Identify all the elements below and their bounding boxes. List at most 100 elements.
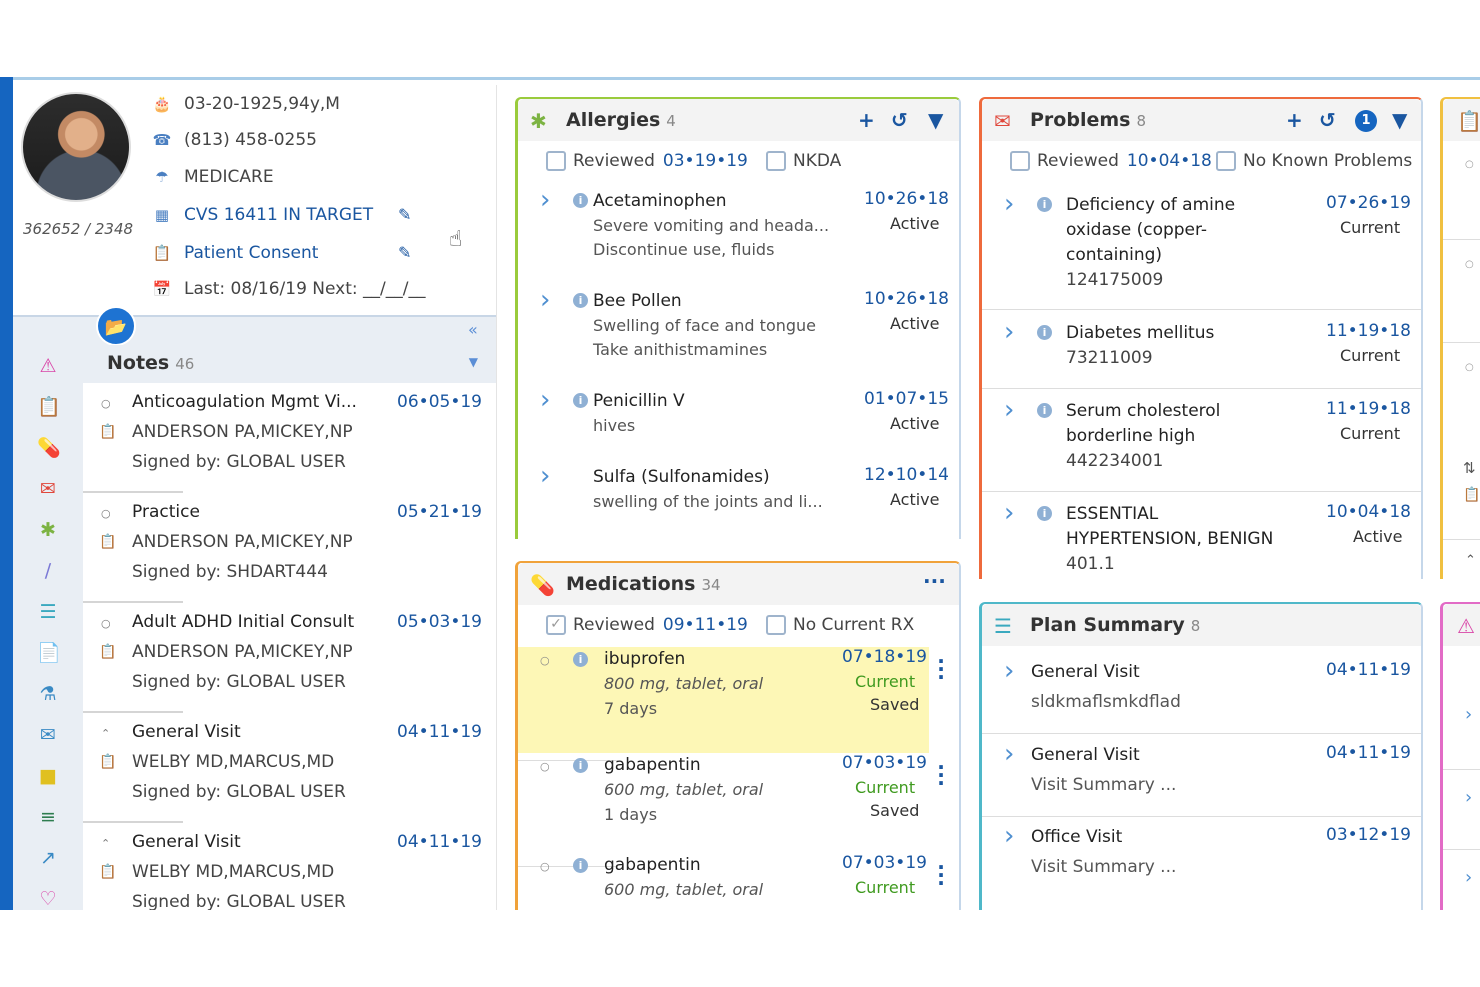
problem-item[interactable]: › i Deficiency of amine oxidase (copper-con… xyxy=(982,189,1421,318)
problem-item[interactable]: › i Diabetes mellitus 73211009 11•19•18 Curre… xyxy=(982,317,1421,397)
plan-item[interactable]: › General Visit Visit Summary ... 04•11•19 xyxy=(982,739,1421,825)
info-icon[interactable]: i xyxy=(1037,197,1052,212)
info-icon[interactable]: i xyxy=(573,858,588,873)
add-icon[interactable]: + xyxy=(858,108,875,132)
list-icon[interactable]: ☰ xyxy=(37,601,59,623)
pharmacy-row[interactable]: ▦ CVS 16411 IN TARGET xyxy=(152,205,373,225)
edit-pharmacy-pencil-icon[interactable]: ✎ xyxy=(398,205,411,224)
edit-consent-pencil-icon[interactable]: ✎ xyxy=(398,243,411,262)
info-icon[interactable]: i xyxy=(573,193,588,208)
chevron-right-icon[interactable]: › xyxy=(1004,821,1014,851)
no-rx-checkbox[interactable] xyxy=(766,615,786,635)
chevron-up-icon[interactable]: ⌃ xyxy=(1465,553,1476,568)
reviewed-checkbox[interactable] xyxy=(546,151,566,171)
document-icon[interactable]: 📄 xyxy=(37,642,61,664)
consent-row[interactable]: 📋 Patient Consent xyxy=(152,243,319,263)
kebab-menu-icon[interactable]: · · · xyxy=(936,651,946,687)
clipboard-nav-icon[interactable]: 📋 xyxy=(37,396,61,418)
chevron-right-icon[interactable]: › xyxy=(1004,189,1014,219)
patient-consent-link[interactable]: Patient Consent xyxy=(184,243,318,263)
note-item[interactable]: ○ Anticoagulation Mgmt Vi... 06•05•19 📋 ANDE… xyxy=(83,383,496,493)
note-title[interactable]: Practice xyxy=(132,502,200,522)
chevron-right-icon[interactable]: › xyxy=(540,185,550,215)
reviewed-checkbox[interactable]: ✓ xyxy=(546,615,566,635)
note-item[interactable]: ⌃ General Visit 04•11•19 📋 WELBY MD,MARCUS,M… xyxy=(83,823,496,910)
pill-icon[interactable]: 💊 xyxy=(37,437,61,459)
chevron-right-icon[interactable]: › xyxy=(1004,739,1014,769)
alert-icon[interactable]: ⚠ xyxy=(37,355,59,377)
chevron-down-icon[interactable]: ▼ xyxy=(469,355,478,369)
chevron-right-icon[interactable]: › xyxy=(1465,787,1472,808)
allergy-item[interactable]: › i Bee Pollen Swelling of face and tongue T… xyxy=(518,285,959,389)
allergy-item[interactable]: › Sulfa (Sulfonamides) swelling of the joi… xyxy=(518,461,959,539)
flask-icon[interactable]: ⚗ xyxy=(37,683,59,705)
kebab-menu-icon[interactable]: · · · xyxy=(936,757,946,793)
allergy-item[interactable]: › i Acetaminophen Severe vomiting and heada… xyxy=(518,185,959,289)
chevron-right-icon[interactable]: › xyxy=(540,461,550,491)
chevron-right-icon[interactable]: › xyxy=(1004,656,1014,686)
note-item[interactable]: ○ Adult ADHD Initial Consult 05•03•19 📋 ANDE… xyxy=(83,603,496,713)
notes-header[interactable]: Notes 46 ▼ xyxy=(83,345,496,383)
pharmacy-link[interactable]: CVS 16411 IN TARGET xyxy=(184,205,373,225)
sticky-note-icon[interactable]: ■ xyxy=(37,765,59,787)
nkp-checkbox[interactable] xyxy=(1216,151,1236,171)
note-title[interactable]: Adult ADHD Initial Consult xyxy=(132,612,354,632)
problem-item[interactable]: › i Serum cholesterol borderline high 442234… xyxy=(982,395,1421,500)
no-known-problems-option[interactable]: No Known Problems xyxy=(1216,151,1412,171)
info-icon[interactable]: i xyxy=(1037,403,1052,418)
folder-icon[interactable]: 📂 xyxy=(96,306,136,346)
report-icon[interactable]: ≡ xyxy=(37,806,59,828)
allergy-icon[interactable]: ✱ xyxy=(37,519,59,541)
info-icon[interactable]: i xyxy=(573,652,588,667)
mail-icon[interactable]: ✉ xyxy=(37,724,59,746)
history-icon[interactable]: ↺ xyxy=(1319,108,1336,132)
reviewed-checkbox[interactable] xyxy=(1010,151,1030,171)
note-title[interactable]: General Visit xyxy=(132,832,241,852)
chevron-right-icon[interactable]: › xyxy=(1465,704,1472,725)
chevron-right-icon[interactable]: › xyxy=(1004,498,1014,528)
plan-item[interactable]: › Office Visit Visit Summary ... 03•12•19 xyxy=(982,821,1421,907)
chevron-right-icon[interactable]: › xyxy=(1004,317,1014,347)
sort-icon[interactable]: ⇅ xyxy=(1463,459,1476,477)
heart-icon[interactable]: ♡ xyxy=(37,888,59,910)
nkda-option[interactable]: NKDA xyxy=(766,151,841,171)
chevron-right-icon[interactable]: › xyxy=(1465,867,1472,888)
history-icon[interactable]: ↺ xyxy=(891,108,908,132)
notification-badge[interactable]: 1 xyxy=(1355,110,1377,132)
nkda-checkbox[interactable] xyxy=(766,151,786,171)
info-icon[interactable]: i xyxy=(573,758,588,773)
collapse-icon[interactable]: « xyxy=(468,320,478,339)
kebab-menu-icon[interactable]: · · · xyxy=(936,857,946,893)
injection-icon[interactable]: ∕ xyxy=(37,560,59,582)
note-item[interactable]: ○ Practice 05•21•19 📋 ANDERSON PA,MICKEY,NP S… xyxy=(83,493,496,603)
plan-item[interactable]: › General Visit sldkmaflsmkdflad 04•11•19 xyxy=(982,656,1421,742)
note-date: 05•21•19 xyxy=(397,502,482,522)
note-item[interactable]: ⌃ General Visit 04•11•19 📋 WELBY MD,MARCUS,M… xyxy=(83,713,496,823)
filter-icon[interactable]: ▼ xyxy=(1392,108,1407,132)
add-icon[interactable]: + xyxy=(1286,108,1303,132)
note-title[interactable]: General Visit xyxy=(132,722,241,742)
patient-avatar[interactable] xyxy=(21,92,131,202)
problems-icon[interactable]: ✉ xyxy=(37,478,59,500)
problem-item[interactable]: › i ESSENTIAL HYPERTENSION, BENIGN 401.1 10•0… xyxy=(982,498,1421,579)
allergies-reviewed[interactable]: Reviewed 03•19•19 xyxy=(546,151,748,171)
info-icon[interactable]: i xyxy=(573,393,588,408)
medication-item[interactable]: ○ i gabapentin 600 mg, tablet, oral 1 days 07… xyxy=(518,753,929,867)
note-title[interactable]: Anticoagulation Mgmt Vi... xyxy=(132,392,357,412)
allergy-item[interactable]: › i Penicillin V hives 01•07•15 Active xyxy=(518,385,959,465)
med-bullet-icon: ○ xyxy=(540,860,550,873)
chevron-right-icon[interactable]: › xyxy=(540,285,550,315)
medications-reviewed[interactable]: ✓ Reviewed 09•11•19 xyxy=(546,615,748,635)
medication-item[interactable]: ○ i gabapentin 600 mg, tablet, oral 07•03•19… xyxy=(518,853,929,910)
no-current-rx-option[interactable]: No Current RX xyxy=(766,615,914,635)
info-icon[interactable]: i xyxy=(573,293,588,308)
info-icon[interactable]: i xyxy=(1037,325,1052,340)
more-options-icon[interactable]: ··· xyxy=(923,569,946,593)
syringe-icon[interactable]: ↗ xyxy=(37,847,59,869)
problems-reviewed[interactable]: Reviewed 10•04•18 xyxy=(1010,151,1212,171)
chevron-right-icon[interactable]: › xyxy=(1004,395,1014,425)
medication-item[interactable]: ○ i ibuprofen 800 mg, tablet, oral 7 days 07•… xyxy=(518,647,929,761)
filter-icon[interactable]: ▼ xyxy=(928,108,943,132)
chevron-right-icon[interactable]: › xyxy=(540,385,550,415)
info-icon[interactable]: i xyxy=(1037,506,1052,521)
